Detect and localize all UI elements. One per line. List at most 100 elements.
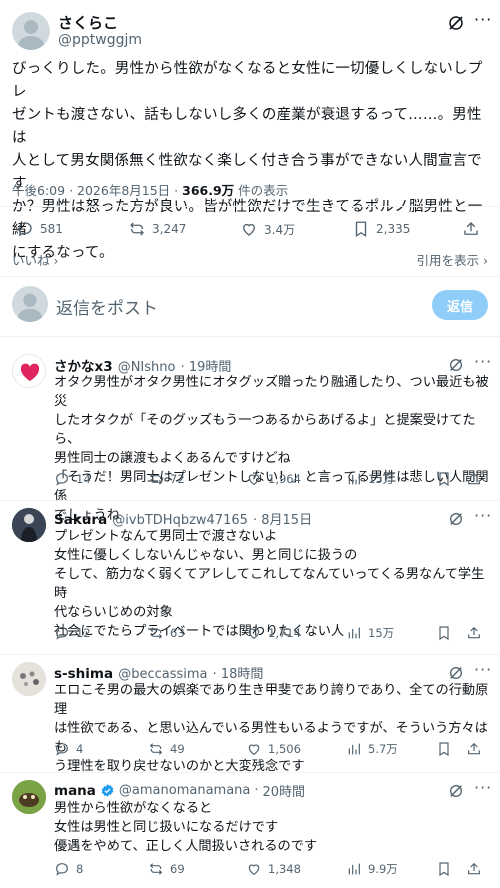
share-button[interactable] — [462, 220, 480, 238]
view-count: 15万 — [368, 472, 395, 486]
reply-count: 12 — [76, 626, 91, 640]
reply-text: 男性から性欲がなくなると 女性は男性と同じ扱いになるだけです 優遇をやめて、正し… — [54, 801, 318, 854]
reply-author-handle[interactable]: @beccassima — [118, 667, 207, 682]
reply-author-name[interactable]: mana — [54, 783, 96, 799]
more-options-icon[interactable]: ··· — [474, 660, 492, 679]
like-button[interactable]: 3.4万 — [240, 220, 295, 238]
reply-text: プレゼントなんて男同士で渡さないよ 女性に優しくしないんじゃない、男と同じに扱う… — [54, 529, 485, 639]
reply-icon — [56, 627, 68, 640]
reply-button[interactable]: 14 — [54, 471, 91, 487]
more-options-icon[interactable]: ··· — [474, 778, 492, 797]
bookmark-icon — [439, 472, 449, 487]
view-quotes-link[interactable]: 引用を表示 › — [417, 250, 489, 269]
bookmark-icon — [355, 221, 367, 238]
share-icon — [468, 626, 480, 639]
reply-button[interactable]: 581 — [16, 220, 63, 238]
like-button[interactable]: 1,964 — [246, 471, 301, 487]
repost-button[interactable]: 72 — [148, 471, 185, 487]
analytics-icon — [348, 743, 360, 755]
reply-time[interactable]: 18時間 — [221, 667, 264, 682]
like-count: 1,506 — [268, 742, 301, 756]
reply-count: 581 — [40, 222, 63, 236]
reply-time[interactable]: 8月15日 — [261, 513, 312, 528]
like-button[interactable]: 1,714 — [246, 625, 301, 641]
analytics-icon — [348, 627, 360, 639]
bookmark-count: 2,335 — [376, 222, 411, 236]
bookmark-icon — [439, 626, 449, 641]
chevron-right-icon: › — [483, 253, 488, 268]
more-options-icon[interactable]: ··· — [474, 506, 492, 525]
author-handle[interactable]: @pptwggjm — [58, 32, 142, 48]
repost-icon — [149, 473, 163, 485]
reply-submit-button[interactable]: 返信 — [432, 290, 488, 320]
like-button[interactable]: 1,506 — [246, 741, 301, 757]
avatar[interactable] — [12, 508, 46, 542]
grok-icon[interactable] — [448, 783, 464, 799]
post-meta: 午後6:09 · 2026年8月15日 · 366.9万 件の表示 — [12, 183, 289, 198]
grok-icon[interactable] — [447, 14, 465, 32]
views-button[interactable]: 9.9万 — [346, 861, 398, 877]
analytics-icon — [348, 473, 360, 485]
avatar[interactable] — [12, 780, 46, 814]
like-button[interactable]: 1,348 — [246, 861, 301, 877]
repost-count: 69 — [170, 862, 185, 876]
bookmark-icon — [439, 742, 449, 757]
reply-count: 8 — [76, 862, 84, 876]
default-avatar-icon — [17, 293, 43, 322]
reply-author-name[interactable]: s-shima — [54, 666, 113, 682]
share-icon — [464, 222, 478, 235]
share-icon — [468, 862, 480, 875]
reply-button[interactable]: 12 — [54, 625, 91, 641]
repost-button[interactable]: 63 — [148, 625, 185, 641]
share-button[interactable] — [466, 741, 482, 757]
avatar[interactable] — [12, 662, 46, 696]
more-options-icon[interactable]: ··· — [474, 10, 492, 29]
bookmark-button[interactable] — [436, 861, 452, 877]
liked-by-link[interactable]: いいね › — [12, 250, 59, 269]
views-button[interactable]: 15万 — [346, 471, 394, 487]
photo-avatar-icon — [12, 662, 46, 696]
repost-count: 49 — [170, 742, 185, 756]
heart-icon — [248, 744, 260, 756]
share-button[interactable] — [466, 625, 482, 641]
views-button[interactable]: 5.7万 — [346, 741, 398, 757]
repost-button[interactable]: 49 — [148, 741, 185, 757]
bookmark-button[interactable] — [436, 741, 452, 757]
heart-icon — [248, 864, 260, 876]
share-icon — [468, 742, 480, 755]
repost-icon — [149, 743, 163, 755]
share-button[interactable] — [466, 861, 482, 877]
grok-icon[interactable] — [448, 357, 464, 373]
bookmark-button[interactable]: 2,335 — [352, 220, 410, 238]
grok-icon[interactable] — [448, 665, 464, 681]
post-time[interactable]: 午後6:09 — [12, 183, 65, 198]
avatar[interactable] — [12, 354, 46, 388]
default-avatar-icon — [18, 20, 44, 50]
reply-author-handle[interactable]: @amanomanamana — [119, 783, 250, 798]
verified-badge-icon — [101, 784, 114, 797]
repost-button[interactable]: 69 — [148, 861, 185, 877]
repost-button[interactable]: 3,247 — [128, 220, 186, 238]
bookmark-button[interactable] — [436, 471, 452, 487]
heart-icon — [248, 628, 260, 640]
reply-author-handle[interactable]: @ivbTDHqbzw47165 — [112, 513, 248, 528]
view-count: 366.9万 — [182, 183, 235, 198]
grok-icon[interactable] — [448, 511, 464, 527]
more-options-icon[interactable]: ··· — [474, 352, 492, 371]
views-button[interactable]: 15万 — [346, 625, 394, 641]
reply-icon — [56, 863, 68, 876]
author-name[interactable]: さくらこ — [58, 12, 118, 33]
bookmark-button[interactable] — [436, 625, 452, 641]
repost-count: 72 — [170, 472, 185, 486]
share-button[interactable] — [466, 471, 482, 487]
reply-author-name[interactable]: Sakura — [54, 512, 107, 528]
post-date[interactable]: 2026年8月15日 — [77, 183, 170, 198]
view-count: 15万 — [368, 626, 395, 640]
heart-icon — [248, 474, 260, 486]
reply-time[interactable]: 20時間 — [263, 781, 306, 800]
reply-button[interactable]: 4 — [54, 741, 83, 757]
view-count: 5.7万 — [368, 742, 398, 756]
reply-button[interactable]: 8 — [54, 861, 83, 877]
avatar[interactable] — [12, 12, 50, 50]
reply-input[interactable]: 返信をポスト — [56, 294, 158, 319]
